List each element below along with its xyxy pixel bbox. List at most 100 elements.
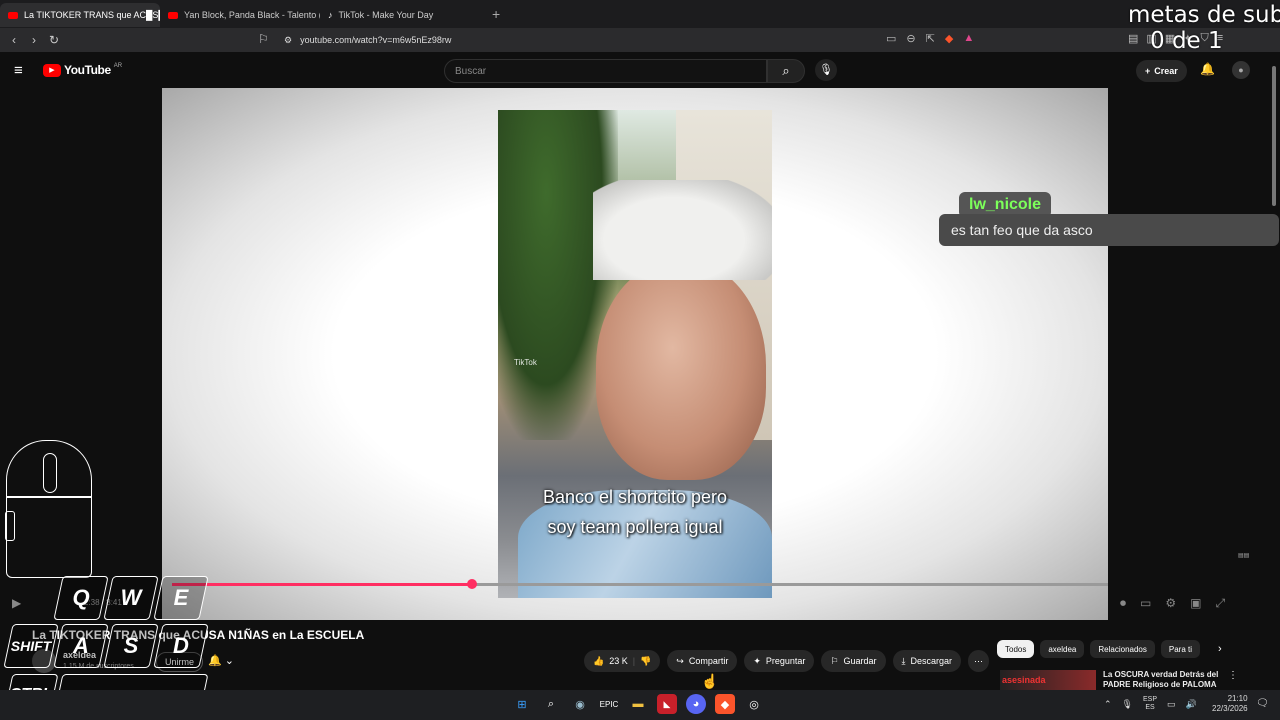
recommended-more-icon[interactable]: ⋮: [1228, 670, 1238, 681]
chip-for-you[interactable]: Para ti: [1160, 640, 1200, 658]
volume-icon[interactable]: 🔊: [1186, 699, 1197, 710]
recommendation-chips: Todos axeldea Relacionados Para ti: [997, 640, 1200, 658]
share-icon[interactable]: ⇱: [926, 32, 935, 45]
bookmark-icon[interactable]: ⚐: [258, 32, 269, 46]
browser-tab[interactable]: La TIKTOKER TRANS que AC█S█ ✕: [0, 3, 160, 27]
chip-channel[interactable]: axeldea: [1040, 640, 1085, 658]
progress-bar[interactable]: [172, 579, 1108, 589]
stream-goal-overlay: metas de sub 0 de 1: [1128, 2, 1280, 54]
notification-icon[interactable]: 🗨: [1256, 698, 1269, 709]
reload-icon[interactable]: ↻: [44, 33, 64, 47]
tiktok-watermark: TikTok: [514, 358, 537, 367]
youtube-header: ≡ ▶ YouTube AR Buscar ⌕ 🎙 + Crear 🔔 ●: [0, 52, 1280, 88]
share-arrow-icon: ↪: [676, 655, 684, 666]
lang-primary: ESP: [1142, 696, 1157, 703]
scrollbar[interactable]: [1272, 66, 1276, 206]
language-indicator[interactable]: ESP ES: [1143, 696, 1157, 712]
key-a-label: A: [73, 633, 89, 658]
url-text: youtube.com/watch?v=m6w5nEz98rw: [300, 35, 452, 45]
save-label: Guardar: [843, 656, 877, 666]
search-icon[interactable]: ⌕: [541, 694, 561, 714]
key-e-label: E: [173, 585, 189, 610]
recommended-title[interactable]: La OSCURA verdad Detrás del PADRE Religi…: [1103, 670, 1223, 690]
back-icon[interactable]: ‹: [4, 33, 24, 47]
video-face: [596, 260, 766, 480]
play-icon[interactable]: ▶: [12, 596, 21, 610]
browser-tab-strip: La TIKTOKER TRANS que AC█S█ ✕ Yan Block,…: [0, 0, 1280, 28]
more-actions-button[interactable]: ⋯: [968, 650, 990, 672]
thumbs-down-icon[interactable]: 👎: [640, 656, 651, 667]
hamburger-menu-icon[interactable]: ≡: [14, 62, 23, 79]
brave-icon[interactable]: ◆: [715, 694, 735, 714]
chip-related[interactable]: Relacionados: [1090, 640, 1155, 658]
brave-shield-icon[interactable]: ◆: [945, 32, 953, 45]
youtube-icon: [168, 11, 178, 19]
miniplayer-icon[interactable]: ▣: [1190, 596, 1201, 611]
amd-icon[interactable]: ◣: [657, 694, 677, 714]
chevron-right-icon[interactable]: ›: [1218, 643, 1222, 655]
logo-text: YouTube: [64, 63, 111, 77]
network-icon[interactable]: ▭: [1167, 699, 1176, 710]
action-bar: 👍 23 K | 👎 ↪ Compartir ✦ Preguntar ⚐ Gua…: [584, 650, 990, 672]
clock[interactable]: 21:10 22/3/2026: [1212, 694, 1248, 714]
new-tab-button[interactable]: +: [492, 6, 500, 22]
fullscreen-icon[interactable]: ⤢: [1215, 596, 1225, 611]
youtube-logo[interactable]: ▶ YouTube AR: [43, 63, 122, 77]
key-s-label: S: [123, 633, 139, 658]
browser-tab[interactable]: ♪ TikTok - Make Your Day: [320, 3, 480, 27]
browser-tab[interactable]: Yan Block, Panda Black - Talento (Vid: [160, 3, 320, 27]
search-icon: ⌕: [782, 63, 790, 78]
search-button[interactable]: ⌕: [767, 59, 805, 83]
windows-start-icon[interactable]: ⊞: [512, 694, 532, 714]
epic-games-icon[interactable]: EPIC: [599, 694, 619, 714]
save-button[interactable]: ⚐ Guardar: [821, 650, 886, 672]
like-button[interactable]: 👍 23 K | 👎: [584, 650, 661, 672]
ask-button[interactable]: ✦ Preguntar: [744, 650, 815, 672]
clock-date: 22/3/2026: [1212, 704, 1248, 713]
zoom-icon[interactable]: ⊖: [906, 32, 915, 45]
video-cap: [593, 180, 772, 280]
microphone-icon[interactable]: 🎙: [1122, 699, 1133, 710]
system-tray: ⌃ 🎙 ESP ES ▭ 🔊: [1104, 696, 1197, 712]
avatar[interactable]: ●: [1232, 61, 1250, 79]
key-shift: SHIFT: [3, 624, 59, 668]
obs-icon[interactable]: ◎: [744, 694, 764, 714]
chip-all[interactable]: Todos: [997, 640, 1035, 658]
mouse-side-button: [5, 511, 15, 541]
cast-icon[interactable]: ▭: [886, 32, 896, 45]
voice-search-button[interactable]: 🎙: [815, 59, 837, 81]
site-info-icon[interactable]: ⚙: [284, 35, 292, 46]
search-input[interactable]: Buscar: [444, 59, 767, 83]
key-d-label: D: [173, 633, 189, 658]
chevron-up-icon[interactable]: ⌃: [1104, 699, 1112, 710]
tab-label: La TIKTOKER TRANS que AC█S█: [24, 10, 160, 20]
mouse-divider: [7, 496, 91, 498]
screen: La TIKTOKER TRANS que AC█S█ ✕ Yan Block,…: [0, 0, 1280, 720]
parental-advisory-icon: ▤▤: [1238, 553, 1250, 559]
autoplay-toggle-icon[interactable]: ⏺: [1120, 596, 1126, 611]
taskbar: ⊞ ⌕ ◉ EPIC ▬ ◣ ◕ ◆ ◎ ⌃ 🎙 ESP ES ▭ 🔊 21:1…: [0, 690, 1280, 720]
file-explorer-icon[interactable]: ▬: [628, 694, 648, 714]
create-button[interactable]: + Crear: [1136, 60, 1187, 82]
notifications-bell-icon[interactable]: 🔔: [1200, 62, 1215, 76]
like-count: 23 K: [609, 656, 628, 666]
video-player[interactable]: TikTok Banco el shortcito pero soy team …: [162, 88, 1108, 620]
video-frame: TikTok Banco el shortcito pero soy team …: [498, 110, 772, 598]
subtitles-icon[interactable]: ▭: [1140, 596, 1151, 611]
subscription-bell-icon[interactable]: 🔔 ⌄: [208, 654, 234, 667]
progress-knob[interactable]: [466, 579, 477, 589]
settings-gear-icon[interactable]: ⚙: [1165, 596, 1176, 611]
steam-icon[interactable]: ◉: [570, 694, 590, 714]
share-button[interactable]: ↪ Compartir: [667, 650, 738, 672]
mic-icon: 🎙: [819, 64, 833, 76]
address-bar-row: ‹ › ↻ ⚐ ⚙ youtube.com/watch?v=m6w5nEz98r…: [0, 28, 1280, 52]
download-button[interactable]: ⤓ Descargar: [892, 650, 962, 672]
discord-icon[interactable]: ◕: [686, 694, 706, 714]
recommended-thumbnail[interactable]: asesinada: [1000, 670, 1096, 690]
key-d: D: [153, 624, 209, 668]
forward-icon[interactable]: ›: [24, 33, 44, 47]
bookmark-save-icon: ⚐: [830, 655, 839, 666]
video-subtitle: Banco el shortcito pero soy team pollera…: [498, 482, 772, 542]
rewards-icon[interactable]: ▲: [963, 32, 974, 45]
lang-secondary: ES: [1145, 704, 1155, 711]
